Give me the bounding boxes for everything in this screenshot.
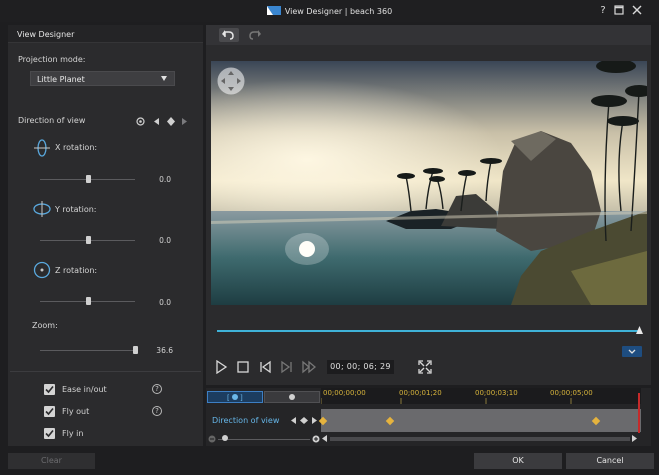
zoom-slider-track[interactable] [40, 350, 135, 351]
y-rotation-slider-thumb[interactable] [86, 236, 91, 244]
dropdown-arrow-icon [161, 76, 167, 81]
beach-scene-image [211, 61, 647, 305]
play-icon[interactable] [214, 360, 228, 374]
title-bar: View Designer | beach 360 ? [0, 0, 659, 22]
fly-out-checkbox[interactable] [44, 406, 55, 417]
z-rotation-value: 0.0 [159, 298, 171, 307]
expand-toggle-button[interactable] [622, 346, 642, 357]
previous-keyframe-icon[interactable] [154, 118, 160, 125]
zoom-out-icon[interactable] [208, 435, 216, 443]
window-title: View Designer | beach 360 [0, 6, 659, 16]
fly-out-help-icon[interactable]: ? [152, 406, 162, 416]
fly-out-label: Fly out [62, 407, 90, 416]
timeline-zoom-track[interactable] [218, 439, 310, 440]
check-icon [45, 429, 54, 438]
fly-in-label: Fly in [62, 429, 84, 438]
redo-icon [249, 30, 261, 40]
z-rotation-slider-thumb[interactable] [86, 297, 91, 305]
scroll-right-icon[interactable] [632, 435, 638, 443]
ruler-label-1: 00;00;01;20 [399, 389, 442, 397]
panel-header: View Designer [8, 25, 203, 43]
add-keyframe-icon[interactable] [167, 117, 175, 126]
svg-text:[: [ [227, 394, 230, 402]
undo-button[interactable] [219, 28, 239, 42]
svg-text:]: ] [240, 394, 243, 402]
help-button[interactable]: ? [597, 5, 609, 17]
maximize-button[interactable] [613, 5, 625, 17]
projection-mode-value: Little Planet [37, 75, 85, 84]
view-tab-icon [289, 394, 295, 400]
options-divider [10, 371, 201, 372]
scrub-bar[interactable] [217, 330, 641, 332]
navigation-control-icon[interactable] [217, 67, 245, 95]
projection-mode-dropdown[interactable]: Little Planet [30, 71, 175, 86]
clear-button[interactable]: Clear [8, 453, 95, 469]
timeline-track-label: Direction of view [212, 416, 280, 425]
maximize-icon [614, 5, 624, 15]
keyframe-reset-icon[interactable] [136, 117, 145, 126]
zoom-label: Zoom: [32, 321, 58, 330]
ok-button[interactable]: OK [474, 453, 562, 469]
preview-toolbar [206, 25, 651, 45]
stop-icon[interactable] [236, 360, 250, 374]
scroll-left-icon[interactable] [322, 435, 328, 443]
track-keyframe-nav[interactable] [291, 417, 317, 425]
redo-button[interactable] [244, 28, 264, 42]
fast-forward-icon[interactable] [302, 360, 316, 374]
z-rotation-label: Z rotation: [55, 266, 98, 275]
zoom-slider-thumb[interactable] [133, 346, 138, 354]
timeline-zoom-thumb[interactable] [222, 435, 228, 441]
direction-of-view-label: Direction of view [18, 116, 86, 125]
fullscreen-icon[interactable] [418, 360, 432, 374]
undo-icon [222, 30, 234, 40]
ruler-label-0: 00;00;00;00 [323, 389, 366, 397]
next-frame-icon[interactable] [280, 360, 294, 374]
check-icon [45, 407, 54, 416]
next-keyframe-icon[interactable] [182, 118, 188, 125]
video-preview[interactable] [211, 61, 647, 305]
ruler-label-3: 00;00;05;00 [550, 389, 593, 397]
timeline-tab-view[interactable] [264, 391, 320, 403]
y-rotation-value: 0.0 [159, 236, 171, 245]
ease-in-out-help-icon[interactable]: ? [152, 384, 162, 394]
app-logo-icon [266, 6, 281, 15]
timeline-scrollbar[interactable] [330, 437, 630, 441]
fly-in-checkbox[interactable] [44, 428, 55, 439]
timecode-display[interactable]: 00; 00; 06; 29 [327, 360, 394, 374]
zoom-in-icon[interactable] [312, 435, 320, 443]
y-rotation-label: Y rotation: [55, 205, 97, 214]
cancel-button[interactable]: Cancel [566, 453, 654, 469]
previous-frame-icon[interactable] [258, 360, 272, 374]
timeline-playhead[interactable] [638, 393, 640, 433]
ease-in-out-checkbox[interactable] [44, 384, 55, 395]
z-rotation-icon [33, 261, 51, 279]
timeline-tab-keyframes[interactable]: [] [207, 391, 263, 403]
x-rotation-label: X rotation: [55, 143, 98, 152]
ruler-label-2: 00;00;03;10 [475, 389, 518, 397]
keyframe-tab-icon: [] [227, 394, 243, 402]
projection-mode-label: Projection mode: [18, 55, 86, 64]
x-rotation-icon [34, 139, 50, 157]
chevron-down-icon [628, 349, 636, 354]
zoom-value: 36.6 [156, 346, 173, 355]
y-rotation-icon [33, 201, 51, 217]
x-rotation-value: 0.0 [159, 175, 171, 184]
x-rotation-slider-thumb[interactable] [86, 175, 91, 183]
close-button[interactable] [631, 5, 643, 17]
close-icon [632, 5, 642, 15]
check-icon [45, 385, 54, 394]
window-title-text: View Designer | beach 360 [284, 7, 393, 16]
view-designer-panel: View Designer [8, 25, 203, 446]
ease-in-out-label: Ease in/out [62, 385, 107, 394]
